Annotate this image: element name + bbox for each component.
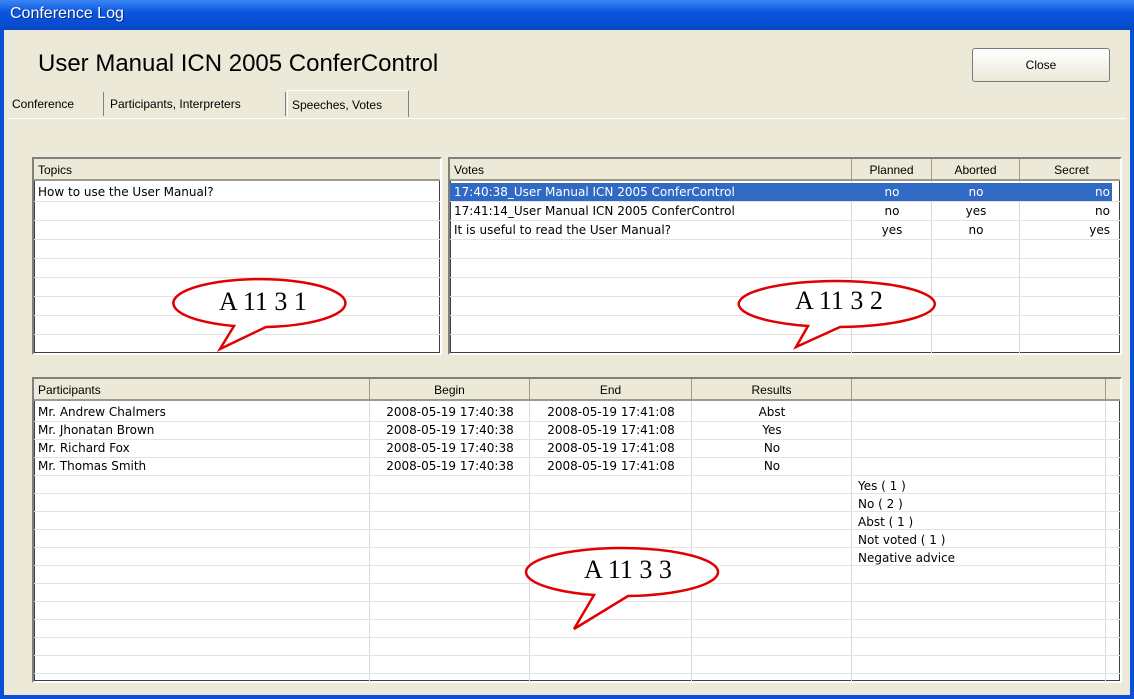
tab-participants-interpreters[interactable]: Participants, Interpreters <box>106 92 286 116</box>
row-divider <box>34 239 440 240</box>
vote-planned[interactable]: yes <box>852 221 932 239</box>
participant-begin[interactable]: 2008-05-19 17:40:38 <box>370 403 530 421</box>
participant-name[interactable]: Mr. Thomas Smith <box>34 457 368 475</box>
row-divider <box>34 439 1120 440</box>
topic-row[interactable]: How to use the User Manual? <box>34 183 434 201</box>
participant-result[interactable]: No <box>692 457 852 475</box>
document-title: User Manual ICN 2005 ConferControl <box>38 50 439 77</box>
row-divider <box>450 277 1120 278</box>
callout-a1131: A 11 3 1 <box>172 277 352 353</box>
participant-result[interactable]: Abst <box>692 403 852 421</box>
participant-begin[interactable]: 2008-05-19 17:40:38 <box>370 457 530 475</box>
vote-aborted[interactable]: no <box>932 221 1020 239</box>
participant-end[interactable]: 2008-05-19 17:41:08 <box>530 403 692 421</box>
callout-label: A 11 3 2 <box>795 286 883 315</box>
participant-begin[interactable]: 2008-05-19 17:40:38 <box>370 421 530 439</box>
row-divider <box>34 511 1120 512</box>
end-header[interactable]: End <box>530 379 692 401</box>
title-bar[interactable]: Conference Log <box>0 0 1134 30</box>
participant-name[interactable]: Mr. Jhonatan Brown <box>34 421 368 439</box>
row-divider <box>34 421 1120 422</box>
row-divider <box>450 258 1120 259</box>
topics-header[interactable]: Topics <box>34 159 440 181</box>
callout-a1132: A 11 3 2 <box>737 279 940 351</box>
participants-header[interactable]: Participants <box>34 379 370 401</box>
secret-header[interactable]: Secret <box>1020 159 1120 181</box>
participant-result[interactable]: No <box>692 439 852 457</box>
window-title: Conference Log <box>10 5 124 22</box>
row-divider <box>450 220 1120 221</box>
participant-result[interactable]: Yes <box>692 421 852 439</box>
row-divider <box>34 457 1120 458</box>
callout-a1133: A 11 3 3 <box>524 546 728 633</box>
planned-header[interactable]: Planned <box>852 159 932 181</box>
vote-secret[interactable]: yes <box>1020 221 1114 239</box>
vote-secret[interactable]: no <box>1020 183 1114 201</box>
vote-secret[interactable]: no <box>1020 202 1114 220</box>
row-divider <box>34 201 440 202</box>
begin-header[interactable]: Begin <box>370 379 530 401</box>
row-divider <box>34 673 1120 674</box>
results-header[interactable]: Results <box>692 379 852 401</box>
row-divider <box>34 220 440 221</box>
vote-aborted[interactable]: no <box>932 183 1020 201</box>
participant-end[interactable]: 2008-05-19 17:41:08 <box>530 457 692 475</box>
vote-aborted[interactable]: yes <box>932 202 1020 220</box>
participant-name[interactable]: Mr. Andrew Chalmers <box>34 403 368 421</box>
row-divider <box>34 493 1120 494</box>
row-divider <box>34 277 440 278</box>
row-divider <box>34 258 440 259</box>
row-divider <box>34 637 1120 638</box>
participant-begin[interactable]: 2008-05-19 17:40:38 <box>370 439 530 457</box>
row-divider <box>34 655 1120 656</box>
vote-name[interactable]: 17:40:38_User Manual ICN 2005 ConferCont… <box>450 183 850 201</box>
callout-label: A 11 3 1 <box>219 287 307 316</box>
vote-name[interactable]: 17:41:14_User Manual ICN 2005 ConferCont… <box>450 202 850 220</box>
aborted-header[interactable]: Aborted <box>932 159 1020 181</box>
vote-name[interactable]: It is useful to read the User Manual? <box>450 221 850 239</box>
column-divider <box>1105 401 1106 681</box>
vote-planned[interactable]: no <box>852 183 932 201</box>
conference-log-window: Conference Log User Manual ICN 2005 Conf… <box>0 0 1134 699</box>
row-divider <box>34 529 1120 530</box>
tab-speeches-votes[interactable]: Speeches, Votes <box>287 90 409 117</box>
speeches-votes-page: Topics How to use the User Manual? Votes… <box>8 118 1126 688</box>
row-divider <box>34 475 1120 476</box>
votes-header[interactable]: Votes <box>450 159 852 181</box>
participant-end[interactable]: 2008-05-19 17:41:08 <box>530 439 692 457</box>
participant-name[interactable]: Mr. Richard Fox <box>34 439 368 457</box>
participant-end[interactable]: 2008-05-19 17:41:08 <box>530 421 692 439</box>
callout-label: A 11 3 3 <box>584 555 672 584</box>
filler-header <box>1106 379 1120 401</box>
row-divider <box>34 547 1120 548</box>
row-divider <box>450 239 1120 240</box>
extra-header[interactable] <box>852 379 1106 401</box>
tab-conference[interactable]: Conference <box>8 92 104 116</box>
row-divider <box>450 201 1120 202</box>
window-client: User Manual ICN 2005 ConferControl Close… <box>4 30 1130 695</box>
vote-planned[interactable]: no <box>852 202 932 220</box>
participants-grid[interactable]: Participants Begin End Results Mr. Andre… <box>32 377 1122 683</box>
close-button[interactable]: Close <box>972 48 1110 82</box>
